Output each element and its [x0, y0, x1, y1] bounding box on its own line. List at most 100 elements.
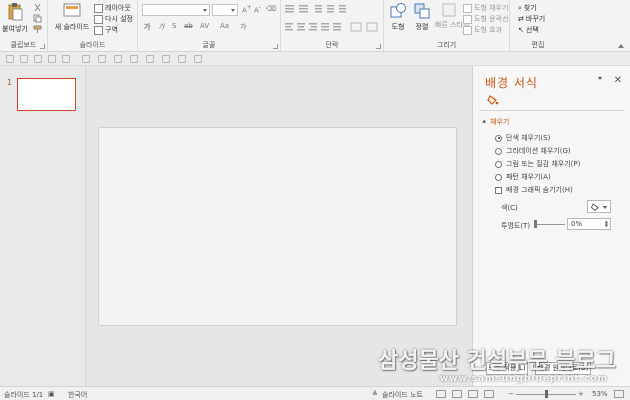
transparency-spinner[interactable]: 0% ▲ ▼	[567, 218, 611, 230]
shrink-font-button[interactable]: A-	[254, 5, 261, 14]
reset-button[interactable]: 다시 설정	[94, 14, 133, 24]
italic-button[interactable]: 가	[158, 22, 164, 32]
thumbnail-number: 1	[7, 78, 13, 87]
font-color-button[interactable]: 가	[240, 22, 246, 32]
expand-icon	[482, 119, 487, 125]
select-icon: ↖	[518, 26, 524, 34]
hide-graphics-checkbox[interactable]	[495, 186, 502, 194]
pattern-fill-radio[interactable]	[495, 173, 502, 181]
notes-button[interactable]: 슬라이드 노트	[382, 390, 423, 400]
quick-styles-button[interactable]: 빠른 스타일	[435, 2, 469, 30]
cut-icon[interactable]	[33, 3, 42, 12]
solid-fill-option[interactable]: 단색 채우기(S)	[495, 133, 550, 143]
toolbar-icon-12[interactable]	[178, 55, 186, 63]
new-slide-button[interactable]: 새 슬라이드	[52, 2, 92, 32]
format-painter-icon[interactable]	[33, 25, 42, 34]
shapes-button[interactable]: 도형	[387, 2, 409, 32]
toolbar-icon-4[interactable]	[48, 55, 56, 63]
notes-icon[interactable]: ≜	[372, 390, 378, 398]
grow-font-button[interactable]: A+	[242, 5, 252, 14]
zoom-level[interactable]: 53%	[592, 390, 608, 398]
drawing-group-label: 그리기	[436, 41, 457, 49]
select-button[interactable]: ↖ 선택	[518, 25, 539, 35]
fill-bucket-icon[interactable]	[487, 94, 499, 106]
transparency-slider[interactable]	[535, 224, 565, 225]
gradient-fill-radio[interactable]	[495, 147, 502, 155]
find-label: 찾기	[523, 4, 537, 12]
arrange-button[interactable]: 정렬	[411, 2, 433, 32]
zoom-out-button[interactable]: −	[508, 390, 514, 398]
shape-outline-button[interactable]: 도형 윤곽선	[463, 14, 508, 24]
clipboard-launcher[interactable]	[40, 44, 45, 49]
shape-fill-button[interactable]: 도형 채우기	[463, 3, 508, 13]
spell-check-icon[interactable]: ▣	[48, 390, 55, 398]
toolbar-icon-11[interactable]	[162, 55, 170, 63]
hide-graphics-label: 배경 그래픽 숨기기(H)	[506, 186, 573, 194]
clear-format-button[interactable]: ⌫	[266, 5, 276, 13]
solid-fill-radio[interactable]	[495, 134, 502, 142]
section-button[interactable]: 구역	[94, 25, 118, 35]
toolbar-icon-9[interactable]	[130, 55, 138, 63]
replace-label: 바꾸기	[525, 15, 546, 23]
font-group: A+ A- ⌫ 가 가 S ab AV Aa 가 글꼴	[138, 0, 281, 52]
close-icon[interactable]: ✕	[614, 75, 622, 86]
toolbar-icon-5[interactable]	[62, 55, 70, 63]
copy-icon[interactable]	[33, 14, 42, 23]
toolbar-icon-6[interactable]	[82, 55, 90, 63]
zoom-in-button[interactable]: +	[578, 390, 584, 398]
toolbar-icon-3[interactable]	[34, 55, 42, 63]
spacing-button[interactable]: AV	[200, 22, 209, 30]
shadow-button[interactable]: S	[172, 22, 176, 30]
reading-view-icon[interactable]	[468, 390, 478, 398]
fill-section-header[interactable]: 채우기	[482, 117, 509, 127]
slide-sorter-icon[interactable]	[452, 390, 462, 398]
font-size-combo[interactable]	[212, 4, 238, 16]
slide-canvas[interactable]	[98, 127, 457, 326]
replace-button[interactable]: ⇄ 바꾸기	[518, 14, 545, 24]
editing-group: ⌕ 찾기 ⇄ 바꾸기 ↖ 선택 편집	[510, 0, 566, 52]
toolbar-icon-7[interactable]	[98, 55, 106, 63]
shape-fill-label: 도형 채우기	[474, 4, 509, 12]
paste-button[interactable]: 붙여넣기	[2, 2, 28, 34]
font-launcher[interactable]	[273, 44, 278, 49]
strike-button[interactable]: ab	[184, 22, 193, 30]
picture-fill-radio[interactable]	[495, 160, 502, 168]
zoom-slider-thumb[interactable]	[545, 390, 548, 398]
shape-effects-button[interactable]: 도형 효과	[463, 25, 502, 35]
hide-graphics-option[interactable]: 배경 그래픽 숨기기(H)	[495, 185, 573, 195]
toolbar-icon-1[interactable]	[6, 55, 14, 63]
toolbar-icon-2[interactable]	[20, 55, 28, 63]
slide-thumbnail[interactable]	[17, 78, 76, 111]
section-label: 구역	[105, 26, 118, 34]
bold-button[interactable]: 가	[144, 22, 150, 32]
spinner-arrows-icon[interactable]: ▲ ▼	[605, 220, 608, 228]
find-icon: ⌕	[518, 3, 522, 12]
toolbar-icon-10[interactable]	[146, 55, 154, 63]
color-picker-button[interactable]	[587, 200, 611, 213]
slideshow-icon[interactable]	[484, 390, 494, 398]
toolbar-icon-13[interactable]	[194, 55, 202, 63]
pattern-fill-option[interactable]: 패턴 채우기(A)	[495, 172, 551, 182]
layout-button[interactable]: 레이아웃	[94, 3, 131, 13]
color-label: 색(C)	[501, 204, 518, 212]
find-button[interactable]: ⌕ 찾기	[518, 3, 537, 13]
picture-fill-label: 그림 또는 질감 채우기(P)	[506, 160, 581, 168]
collapse-ribbon-icon[interactable]	[618, 44, 624, 48]
transparency-slider-thumb[interactable]	[534, 220, 537, 228]
shape-fill-icon	[463, 3, 472, 13]
shapes-icon	[390, 3, 406, 18]
picture-fill-option[interactable]: 그림 또는 질감 채우기(P)	[495, 159, 580, 169]
pattern-fill-label: 패턴 채우기(A)	[506, 173, 551, 181]
pane-options-icon[interactable]	[598, 77, 602, 80]
language-indicator[interactable]: 한국어	[68, 390, 87, 400]
chevron-down-icon	[603, 206, 607, 209]
layout-icon	[94, 3, 103, 13]
toolbar-icon-8[interactable]	[114, 55, 122, 63]
case-button[interactable]: Aa	[220, 22, 229, 30]
paragraph-launcher[interactable]	[376, 44, 381, 49]
normal-view-icon[interactable]	[436, 390, 446, 398]
gradient-fill-option[interactable]: 그라데이션 채우기(G)	[495, 146, 571, 156]
ribbon: 붙여넣기 클립보드 새 슬라이드 레이아웃 다시 설정 구역 슬라이드 A+ A…	[0, 0, 630, 52]
font-name-combo[interactable]	[142, 4, 210, 16]
fit-to-window-icon[interactable]	[614, 390, 624, 398]
